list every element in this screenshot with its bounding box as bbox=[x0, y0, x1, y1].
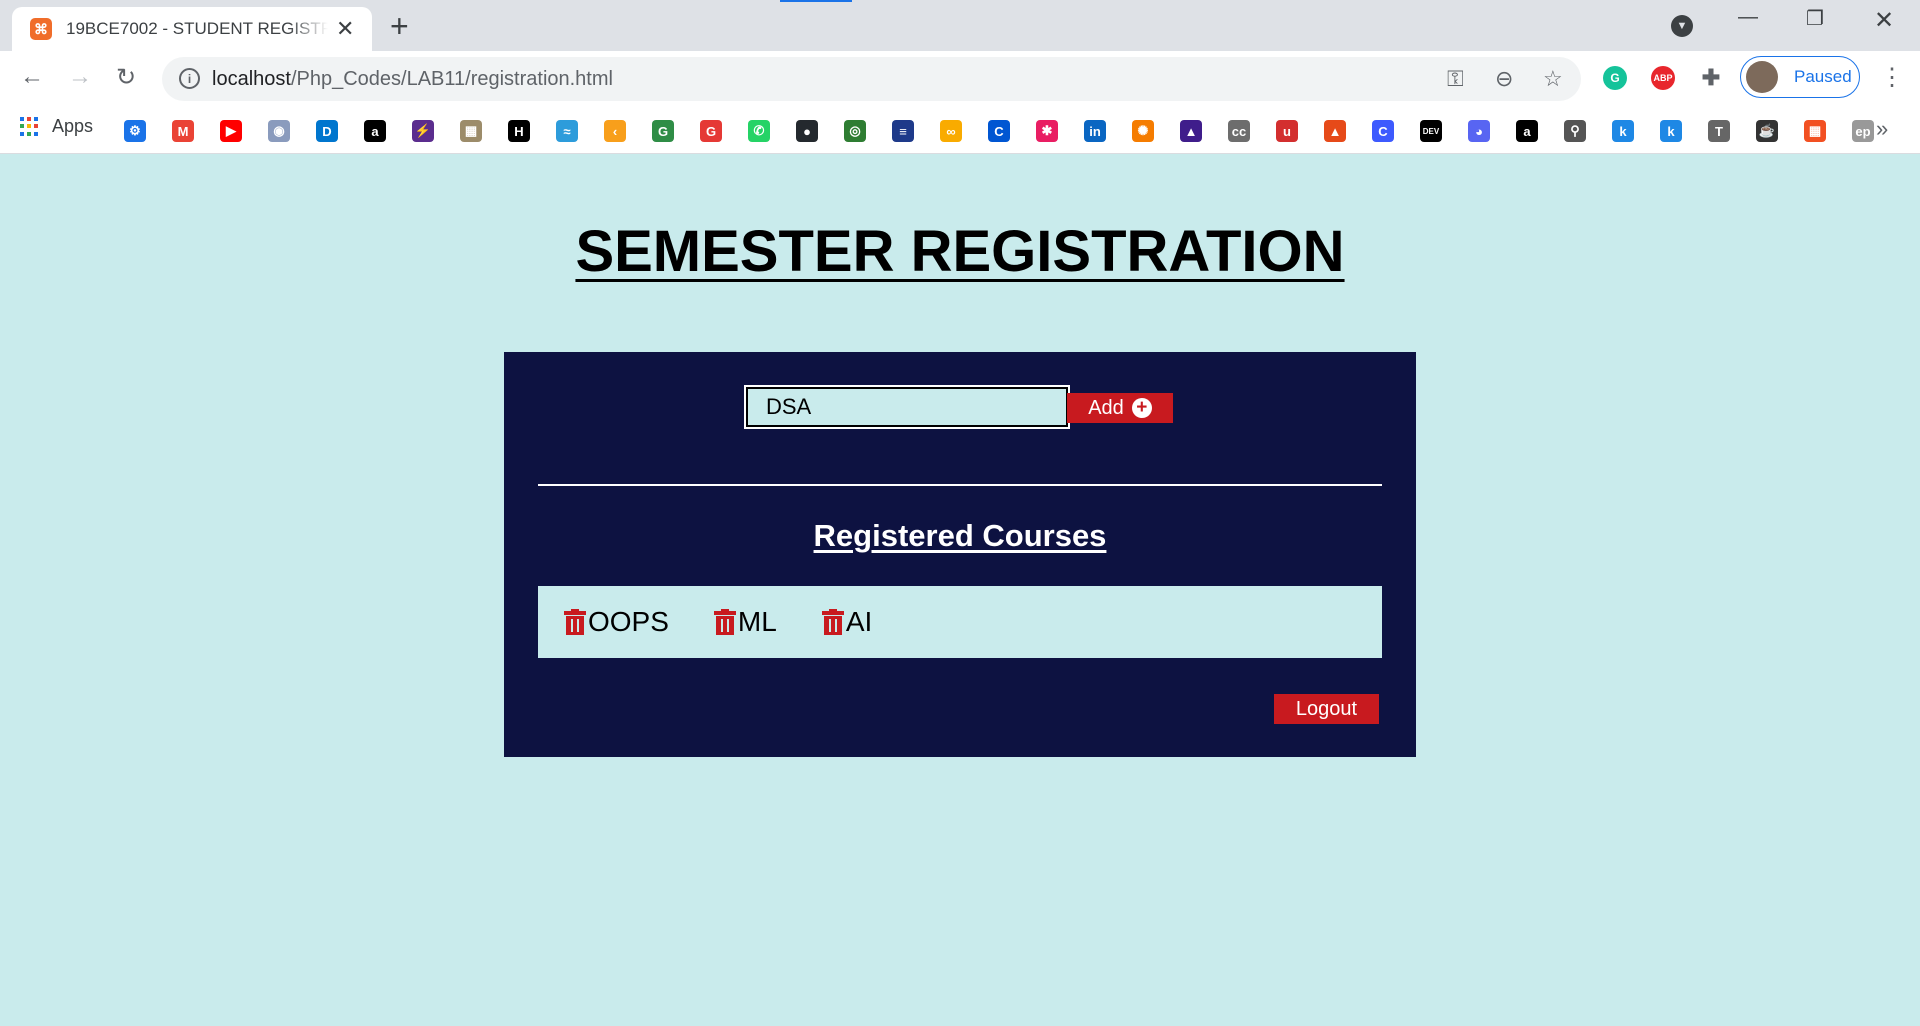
trash-icon[interactable] bbox=[564, 609, 586, 635]
zoom-out-icon[interactable]: ⊖ bbox=[1495, 66, 1513, 92]
forward-arrow-icon[interactable]: → bbox=[68, 63, 92, 91]
wave-icon[interactable]: ≈ bbox=[556, 120, 578, 142]
cc-icon[interactable]: cc bbox=[1228, 120, 1250, 142]
microsoft-icon[interactable]: ▦ bbox=[1804, 120, 1826, 142]
youtube-icon[interactable]: ▶ bbox=[220, 120, 242, 142]
coursera-icon[interactable]: C bbox=[988, 120, 1010, 142]
t-icon[interactable]: T bbox=[1708, 120, 1730, 142]
address-bar[interactable]: i localhost/Php_Codes/LAB11/registration… bbox=[162, 57, 1581, 101]
adblock-plus-icon[interactable]: ABP bbox=[1651, 66, 1675, 90]
registered-courses-heading: Registered Courses bbox=[813, 518, 1107, 553]
profile-avatar bbox=[1746, 61, 1778, 93]
github-icon[interactable]: ● bbox=[796, 120, 818, 142]
colab-icon[interactable]: ∞ bbox=[940, 120, 962, 142]
add-course-button[interactable]: Add + bbox=[1067, 393, 1173, 423]
udemy-icon[interactable]: u bbox=[1276, 120, 1298, 142]
apps-label: Apps bbox=[52, 116, 94, 136]
profile-status: Paused bbox=[1794, 67, 1852, 86]
course-item[interactable]: ML bbox=[713, 606, 777, 638]
apps-grid-icon bbox=[20, 116, 40, 137]
bookmarks-overflow-icon[interactable]: » bbox=[1876, 116, 1888, 142]
chrome-menu-icon[interactable]: ⋮ bbox=[1880, 63, 1904, 92]
settings-gear-icon[interactable]: ⚙ bbox=[124, 120, 146, 142]
course-input[interactable] bbox=[744, 385, 1070, 429]
add-button-label: Add bbox=[1088, 396, 1124, 419]
bookmark-star-icon[interactable]: ☆ bbox=[1543, 66, 1563, 92]
site-info-icon[interactable]: i bbox=[179, 68, 200, 89]
extensions-puzzle-icon[interactable]: ✚ bbox=[1699, 65, 1723, 90]
ep-icon[interactable]: ep bbox=[1852, 120, 1874, 142]
dell-icon[interactable]: D bbox=[316, 120, 338, 142]
tab-title: 19BCE7002 - STUDENT REGISTRATION bbox=[66, 19, 328, 38]
trash-icon[interactable] bbox=[821, 609, 844, 635]
registration-panel: Add + Registered Courses OOPS ML AI Logo… bbox=[504, 352, 1416, 757]
whatsapp-icon[interactable]: ✆ bbox=[748, 120, 770, 142]
url-text[interactable]: localhost/Php_Codes/LAB11/registration.h… bbox=[212, 68, 613, 91]
image-icon[interactable]: ▦ bbox=[460, 120, 482, 142]
coffee-icon[interactable]: ☕ bbox=[1756, 120, 1778, 142]
key-icon[interactable]: ⚿ bbox=[1447, 66, 1464, 92]
restore-icon[interactable]: ❐ bbox=[1806, 6, 1824, 31]
amazon-icon[interactable]: a bbox=[1516, 120, 1538, 142]
browser-toolbar: ← → ↻ i localhost/Php_Codes/LAB11/regist… bbox=[0, 51, 1920, 106]
tab-close-icon[interactable]: ✕ bbox=[336, 16, 354, 42]
new-tab-plus-icon[interactable]: + bbox=[390, 8, 409, 45]
page-title: SEMESTER REGISTRATION bbox=[575, 219, 1345, 284]
grammarly-g-icon[interactable]: G bbox=[700, 120, 722, 142]
minimize-icon[interactable]: — bbox=[1738, 6, 1758, 29]
geeksforgeeks-icon[interactable]: G bbox=[652, 120, 674, 142]
loading-indicator bbox=[780, 0, 852, 2]
apps-shortcut[interactable]: Apps bbox=[20, 116, 93, 137]
course-item[interactable]: OOPS bbox=[564, 606, 669, 638]
reload-icon[interactable]: ↻ bbox=[116, 63, 136, 92]
xampp-favicon-icon: ⌘ bbox=[30, 18, 52, 40]
trash-icon[interactable] bbox=[713, 609, 736, 635]
k-icon[interactable]: k bbox=[1660, 120, 1682, 142]
divider bbox=[538, 484, 1382, 486]
logout-button[interactable]: Logout bbox=[1274, 694, 1379, 724]
portal-icon[interactable]: ◉ bbox=[268, 120, 290, 142]
discord-icon[interactable]: ◕ bbox=[1468, 120, 1490, 142]
window-close-icon[interactable]: ✕ bbox=[1874, 6, 1894, 35]
magnifier-icon[interactable]: ⚲ bbox=[1564, 120, 1586, 142]
tab-strip: ⌘ 19BCE7002 - STUDENT REGISTRATION ✕ + ▼… bbox=[0, 0, 1920, 51]
tab-search-icon[interactable]: ▼ bbox=[1671, 15, 1693, 37]
grammarly-icon[interactable]: G bbox=[1603, 66, 1627, 90]
hackerrank-icon[interactable]: H bbox=[508, 120, 530, 142]
chart-icon[interactable]: ▲ bbox=[1180, 120, 1202, 142]
course-name: OOPS bbox=[588, 606, 669, 637]
linkedin-icon[interactable]: in bbox=[1084, 120, 1106, 142]
c-circle-icon[interactable]: C bbox=[1372, 120, 1394, 142]
matlab-icon[interactable]: ▲ bbox=[1324, 120, 1346, 142]
coin-icon[interactable]: ◎ bbox=[844, 120, 866, 142]
asterisk-icon[interactable]: ✱ bbox=[1036, 120, 1058, 142]
bolt-icon[interactable]: ⚡ bbox=[412, 120, 434, 142]
course-list: OOPS ML AI bbox=[538, 586, 1382, 658]
gmail-icon[interactable]: M bbox=[172, 120, 194, 142]
stack-icon[interactable]: ≡ bbox=[892, 120, 914, 142]
course-item[interactable]: AI bbox=[821, 606, 873, 638]
amazon-icon[interactable]: a bbox=[364, 120, 386, 142]
k-icon[interactable]: k bbox=[1612, 120, 1634, 142]
plus-circle-icon: + bbox=[1131, 398, 1152, 418]
sun-icon[interactable]: ✺ bbox=[1132, 120, 1154, 142]
leetcode-icon[interactable]: ‹ bbox=[604, 120, 626, 142]
course-name: ML bbox=[737, 606, 777, 637]
browser-tab[interactable]: ⌘ 19BCE7002 - STUDENT REGISTRATION ✕ bbox=[12, 7, 372, 51]
dev-icon[interactable]: DEV bbox=[1420, 120, 1442, 142]
bookmarks-bar: Apps ⚙ M ▶ ◉ Da ⚡ ▦ H ≈ ‹ G G ✆ ● ◎ ≡ ∞ C ✱ in ✺ ▲ cc u ▲ C DEV ◕ a ⚲… bbox=[0, 106, 1920, 154]
course-name: AI bbox=[845, 606, 873, 637]
back-arrow-icon[interactable]: ← bbox=[20, 63, 44, 91]
profile-button[interactable]: Paused bbox=[1740, 56, 1860, 98]
